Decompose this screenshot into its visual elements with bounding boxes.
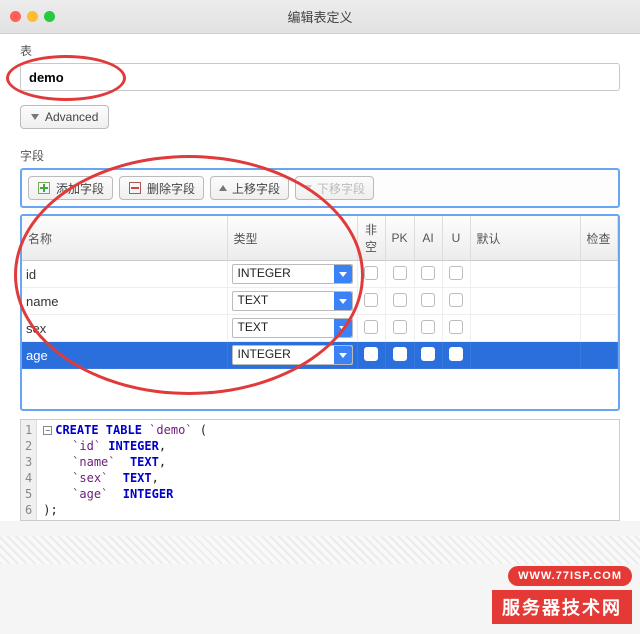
watermark-url: WWW.77ISP.COM [508,566,632,586]
cell-name[interactable]: id [22,261,227,288]
type-combo[interactable]: INTEGER [232,345,353,365]
u-checkbox[interactable] [449,347,463,361]
cell-check[interactable] [580,288,617,315]
cell-name[interactable]: sex [22,315,227,342]
col-type[interactable]: 类型 [227,216,357,261]
move-up-button[interactable]: 上移字段 [210,176,289,200]
notnull-checkbox[interactable] [364,293,378,307]
cell-name[interactable]: name [22,288,227,315]
pk-checkbox[interactable] [393,347,407,361]
cell-default[interactable] [470,342,580,369]
u-checkbox[interactable] [449,293,463,307]
move-up-label: 上移字段 [232,180,280,197]
pk-checkbox[interactable] [393,293,407,307]
table-row[interactable]: nameTEXT [22,288,618,315]
type-combo[interactable]: TEXT [232,318,353,338]
col-pk[interactable]: PK [385,216,414,261]
fields-table: 名称 类型 非空 PK AI U 默认 检查 idINTEGERnameTEXT… [20,214,620,411]
notnull-checkbox[interactable] [364,320,378,334]
table-row[interactable]: ageINTEGER [22,342,618,369]
chevron-down-icon[interactable] [334,319,352,337]
table-name-input[interactable] [20,63,620,91]
dialog-window: 编辑表定义 表 Advanced 字段 添加字段 删除字段 上移字段 [0,0,640,521]
move-down-button: 下移字段 [295,176,374,200]
cell-default[interactable] [470,261,580,288]
cell-type[interactable]: INTEGER [227,342,357,369]
minus-icon [129,182,141,194]
triangle-up-icon [219,185,227,191]
triangle-down-icon [304,185,312,191]
col-default[interactable]: 默认 [470,216,580,261]
table-row[interactable]: idINTEGER [22,261,618,288]
col-u[interactable]: U [442,216,470,261]
sql-code[interactable]: −CREATE TABLE `demo` ( `id` INTEGER, `na… [37,420,213,520]
col-notnull[interactable]: 非空 [357,216,385,261]
col-check[interactable]: 检查 [580,216,617,261]
notnull-checkbox[interactable] [364,347,378,361]
cell-default[interactable] [470,315,580,342]
remove-field-label: 删除字段 [147,180,195,197]
pk-checkbox[interactable] [393,266,407,280]
notnull-checkbox[interactable] [364,266,378,280]
cell-default[interactable] [470,288,580,315]
fields-section-label: 字段 [0,139,640,168]
col-ai[interactable]: AI [414,216,442,261]
watermark-text: 服务器技术网 [492,590,632,624]
cell-type[interactable]: TEXT [227,315,357,342]
table-row[interactable]: sexTEXT [22,315,618,342]
cell-name[interactable]: age [22,342,227,369]
resize-grip-pattern [0,536,640,564]
title-bar: 编辑表定义 [0,0,640,34]
window-title: 编辑表定义 [0,7,640,26]
ai-checkbox[interactable] [421,266,435,280]
chevron-down-icon[interactable] [334,346,352,364]
u-checkbox[interactable] [449,266,463,280]
watermark: WWW.77ISP.COM 服务器技术网 [492,566,632,624]
line-gutter: 123456 [21,420,37,520]
col-name[interactable]: 名称 [22,216,227,261]
cell-type[interactable]: TEXT [227,288,357,315]
type-combo[interactable]: INTEGER [232,264,353,284]
table-section-label: 表 [0,34,640,63]
add-field-button[interactable]: 添加字段 [28,176,113,200]
ai-checkbox[interactable] [421,293,435,307]
pk-checkbox[interactable] [393,320,407,334]
chevron-down-icon[interactable] [334,292,352,310]
advanced-label: Advanced [45,110,98,124]
chevron-down-icon[interactable] [334,265,352,283]
table-header-row: 名称 类型 非空 PK AI U 默认 检查 [22,216,618,261]
sql-preview: 123456 −CREATE TABLE `demo` ( `id` INTEG… [20,419,620,521]
cell-type[interactable]: INTEGER [227,261,357,288]
type-combo[interactable]: TEXT [232,291,353,311]
cell-check[interactable] [580,261,617,288]
move-down-label: 下移字段 [317,180,365,197]
advanced-toggle-button[interactable]: Advanced [20,105,109,129]
ai-checkbox[interactable] [421,347,435,361]
u-checkbox[interactable] [449,320,463,334]
add-field-label: 添加字段 [56,180,104,197]
fields-toolbar: 添加字段 删除字段 上移字段 下移字段 [20,168,620,208]
plus-icon [38,182,50,194]
cell-check[interactable] [580,315,617,342]
ai-checkbox[interactable] [421,320,435,334]
cell-check[interactable] [580,342,617,369]
remove-field-button[interactable]: 删除字段 [119,176,204,200]
chevron-down-icon [31,114,39,120]
